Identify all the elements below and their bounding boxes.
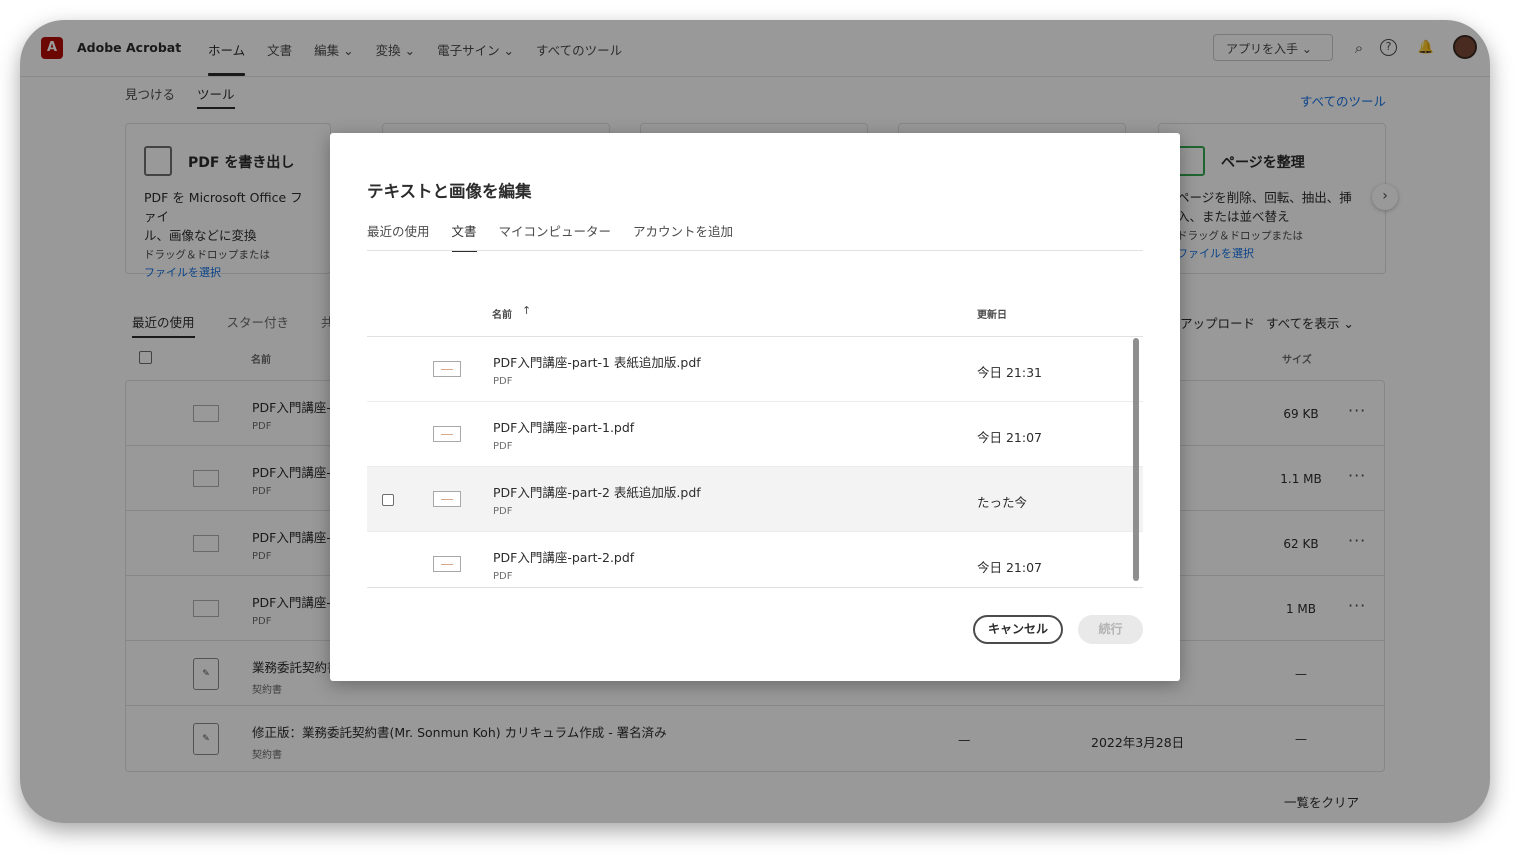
continue-button[interactable]: 続行 [1078,615,1143,644]
edit-text-image-dialog: テキストと画像を編集 最近の使用 文書 マイコンピューター アカウントを追加 名… [330,133,1180,681]
file-name: PDF入門講座-part-2.pdf [493,550,635,565]
app-background: A Adobe Acrobat ホーム 文書 編集 ⌄ 変換 ⌄ 電子サイン ⌄… [20,20,1490,823]
tab-add-account[interactable]: アカウントを追加 [633,221,733,252]
sort-ascending-icon[interactable]: ↑ [522,304,531,317]
file-date: たった今 [977,495,1028,510]
cancel-button[interactable]: キャンセル [973,615,1063,644]
file-name: PDF入門講座-part-1 表紙追加版.pdf [493,355,701,370]
dialog-tabs: 最近の使用 文書 マイコンピューター アカウントを追加 [367,221,733,252]
list-item[interactable]: PDF入門講座-part-2 表紙追加版.pdf PDF たった今 [367,467,1143,532]
pdf-thumbnail-icon [433,556,461,572]
file-type: PDF [493,376,513,387]
file-name: PDF入門講座-part-2 表紙追加版.pdf [493,485,701,500]
file-name: PDF入門講座-part-1.pdf [493,420,635,435]
pdf-thumbnail-icon [433,426,461,442]
dialog-title: テキストと画像を編集 [367,182,532,201]
list-item[interactable]: PDF入門講座-part-1.pdf PDF 今日 21:07 [367,402,1143,467]
file-type: PDF [493,506,513,517]
list-item[interactable]: PDF入門講座-part-1 表紙追加版.pdf PDF 今日 21:31 [367,337,1143,402]
list-item[interactable]: PDF入門講座-part-2.pdf PDF 今日 21:07 [367,532,1143,587]
dialog-file-list: PDF入門講座-part-1 表紙追加版.pdf PDF 今日 21:31 PD… [367,336,1143,588]
tab-recent[interactable]: 最近の使用 [367,221,430,252]
file-date: 今日 21:07 [977,430,1042,445]
divider [367,250,1143,251]
column-header-name[interactable]: 名前 [492,306,512,321]
tab-my-computer[interactable]: マイコンピューター [499,221,612,252]
pdf-thumbnail-icon [433,491,461,507]
file-type: PDF [493,571,513,582]
scrollbar-thumb[interactable] [1133,338,1139,581]
acrobat-window: A Adobe Acrobat ホーム 文書 編集 ⌄ 変換 ⌄ 電子サイン ⌄… [20,20,1490,823]
tab-documents[interactable]: 文書 [451,221,477,252]
file-checkbox[interactable] [382,494,394,506]
pdf-thumbnail-icon [433,361,461,377]
file-date: 今日 21:31 [977,365,1042,380]
column-header-modified[interactable]: 更新日 [977,306,1007,321]
file-date: 今日 21:07 [977,560,1042,575]
file-type: PDF [493,441,513,452]
